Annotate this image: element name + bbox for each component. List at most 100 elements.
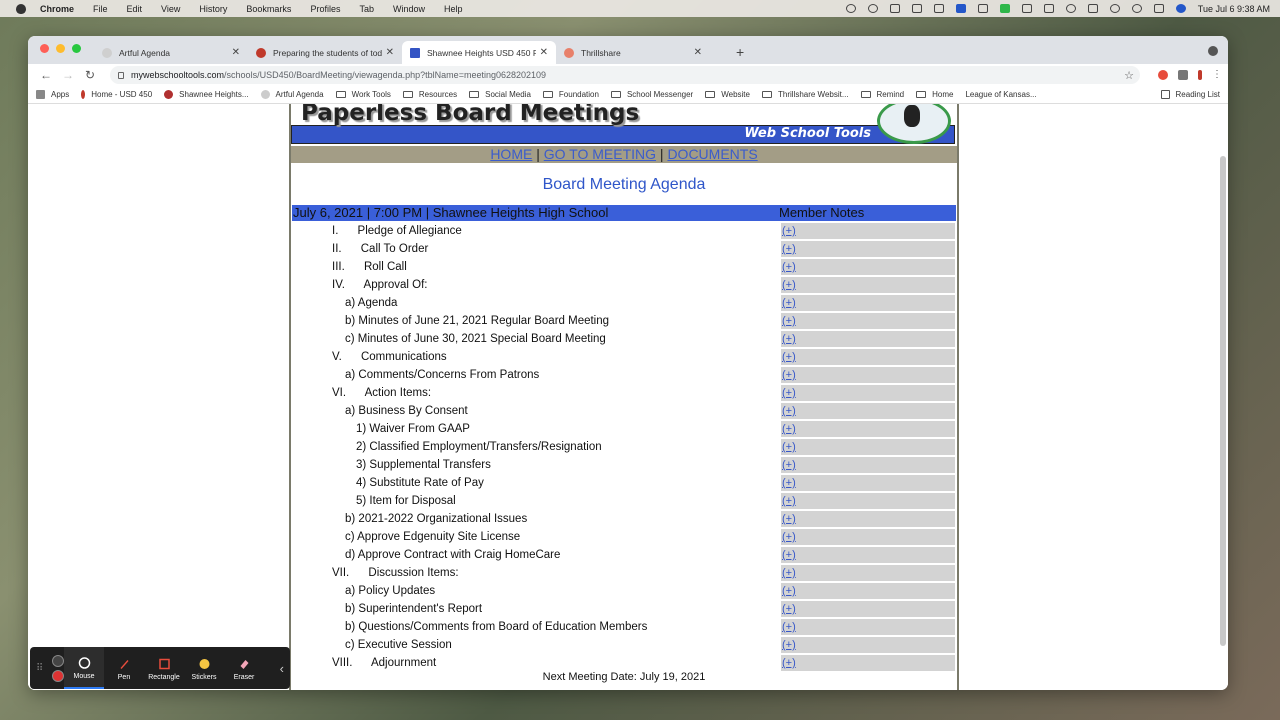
tab-shawnee-heights[interactable]: Shawnee Heights USD 450 Pa ✕	[402, 41, 556, 64]
pause-recording-button[interactable]	[52, 654, 64, 667]
bluetooth-icon[interactable]	[1065, 4, 1076, 13]
display-icon[interactable]	[1043, 4, 1054, 13]
add-note-link[interactable]: (+)	[782, 565, 796, 581]
add-note-link[interactable]: (+)	[782, 223, 796, 239]
messenger-icon[interactable]	[955, 4, 966, 13]
add-note-link[interactable]: (+)	[782, 529, 796, 545]
add-note-link[interactable]: (+)	[782, 601, 796, 617]
spotlight-icon[interactable]	[1131, 4, 1142, 13]
add-note-link[interactable]: (+)	[782, 313, 796, 329]
close-window-button[interactable]	[40, 44, 49, 53]
tool-rectangle[interactable]: Rectangle	[144, 656, 184, 681]
bookmark-star-icon[interactable]: ☆	[1124, 69, 1134, 82]
menu-help[interactable]: Help	[444, 4, 463, 14]
bookmark-apps[interactable]: Apps	[36, 90, 69, 99]
add-note-link[interactable]: (+)	[782, 457, 796, 473]
wifi-icon[interactable]	[1109, 4, 1120, 13]
profile-icon[interactable]	[1198, 70, 1202, 80]
add-note-link[interactable]: (+)	[782, 439, 796, 455]
drag-handle-icon[interactable]: ⠿	[36, 663, 46, 674]
menu-history[interactable]: History	[199, 4, 227, 14]
add-note-link[interactable]: (+)	[782, 655, 796, 671]
add-note-link[interactable]: (+)	[782, 367, 796, 383]
tool-eraser[interactable]: Eraser	[224, 656, 264, 681]
bookmark-home-usd450[interactable]: Home - USD 450	[81, 90, 152, 99]
menu-window[interactable]: Window	[393, 4, 425, 14]
add-note-link[interactable]: (+)	[782, 619, 796, 635]
bookmark-folder-website[interactable]: Website	[705, 90, 750, 99]
add-note-link[interactable]: (+)	[782, 385, 796, 401]
menu-bookmarks[interactable]: Bookmarks	[246, 4, 291, 14]
menu-tab[interactable]: Tab	[359, 4, 374, 14]
close-tab-icon[interactable]: ✕	[540, 47, 548, 58]
menu-profiles[interactable]: Profiles	[310, 4, 340, 14]
add-note-link[interactable]: (+)	[782, 331, 796, 347]
add-note-link[interactable]: (+)	[782, 421, 796, 437]
control-center-icon[interactable]	[1153, 4, 1164, 13]
add-note-link[interactable]: (+)	[782, 295, 796, 311]
drive-icon[interactable]	[933, 4, 944, 13]
add-note-link[interactable]: (+)	[782, 493, 796, 509]
back-button[interactable]: ←	[36, 68, 56, 82]
menu-edit[interactable]: Edit	[127, 4, 143, 14]
reading-list-button[interactable]: Reading List	[1160, 90, 1220, 99]
bookmark-folder-thrillshare[interactable]: Thrillshare Websit...	[761, 90, 849, 99]
tool-stickers[interactable]: Stickers	[184, 656, 224, 681]
bookmark-folder-remind[interactable]: Remind	[860, 90, 904, 99]
close-tab-icon[interactable]: ✕	[694, 47, 702, 58]
battery-icon[interactable]	[1087, 4, 1098, 13]
stop-recording-button[interactable]	[52, 669, 64, 682]
cloud-icon[interactable]	[845, 4, 856, 13]
apple-icon[interactable]	[16, 3, 26, 14]
menu-view[interactable]: View	[161, 4, 180, 14]
add-note-link[interactable]: (+)	[782, 511, 796, 527]
bookmark-folder-school-messenger[interactable]: School Messenger	[610, 90, 693, 99]
tool-pen[interactable]: Pen	[104, 656, 144, 681]
bookmark-shawnee-heights[interactable]: Shawnee Heights...	[164, 90, 249, 99]
nav-go-to-meeting-link[interactable]: GO TO MEETING	[544, 146, 656, 162]
nav-home-link[interactable]: HOME	[490, 146, 532, 162]
bookmark-league-of-kansas[interactable]: League of Kansas...	[965, 90, 1036, 99]
vertical-scrollbar[interactable]	[1220, 156, 1226, 646]
add-note-link[interactable]: (+)	[782, 637, 796, 653]
collapse-toolbar-icon[interactable]: ‹	[280, 661, 284, 676]
music-icon[interactable]	[977, 4, 988, 13]
menubar-clock[interactable]: Tue Jul 6 9:38 AM	[1198, 4, 1270, 14]
bookmark-artful-agenda[interactable]: Artful Agenda	[260, 90, 324, 99]
add-note-link[interactable]: (+)	[782, 259, 796, 275]
bookmark-icon[interactable]	[1021, 4, 1032, 13]
add-note-link[interactable]: (+)	[782, 547, 796, 563]
nav-documents-link[interactable]: DOCUMENTS	[667, 146, 757, 162]
bookmark-folder-social-media[interactable]: Social Media	[469, 90, 531, 99]
bookmark-folder-foundation[interactable]: Foundation	[542, 90, 599, 99]
green-app-icon[interactable]	[999, 4, 1010, 13]
screen-icon[interactable]	[889, 4, 900, 13]
menu-file[interactable]: File	[93, 4, 108, 14]
tab-thrillshare[interactable]: Thrillshare ✕	[556, 41, 710, 64]
grid-icon[interactable]	[911, 4, 922, 13]
tab-preparing-students[interactable]: Preparing the students of toda ✕	[248, 41, 402, 64]
bookmark-folder-home[interactable]: Home	[916, 90, 953, 99]
bookmark-folder-resources[interactable]: Resources	[402, 90, 457, 99]
address-bar[interactable]: mywebschooltools.com/schools/USD450/Boar…	[110, 66, 1140, 84]
add-note-link[interactable]: (+)	[782, 241, 796, 257]
close-tab-icon[interactable]: ✕	[386, 47, 394, 58]
new-tab-button[interactable]: +	[736, 44, 744, 60]
tab-search-icon[interactable]	[1208, 46, 1218, 56]
tab-artful-agenda[interactable]: Artful Agenda ✕	[94, 41, 248, 64]
menu-app-name[interactable]: Chrome	[40, 4, 74, 14]
reload-button[interactable]: ↻	[80, 68, 100, 82]
add-note-link[interactable]: (+)	[782, 403, 796, 419]
add-note-link[interactable]: (+)	[782, 475, 796, 491]
zoom-window-button[interactable]	[72, 44, 81, 53]
add-note-link[interactable]: (+)	[782, 277, 796, 293]
lock-icon[interactable]	[118, 71, 124, 79]
forward-button[interactable]: →	[58, 68, 78, 82]
add-note-link[interactable]: (+)	[782, 349, 796, 365]
add-note-link[interactable]: (+)	[782, 583, 796, 599]
siri-icon[interactable]	[1175, 4, 1186, 13]
close-tab-icon[interactable]: ✕	[232, 47, 240, 58]
minimize-window-button[interactable]	[56, 44, 65, 53]
zoom-icon[interactable]	[867, 4, 878, 13]
extensions-puzzle-icon[interactable]	[1178, 70, 1188, 80]
